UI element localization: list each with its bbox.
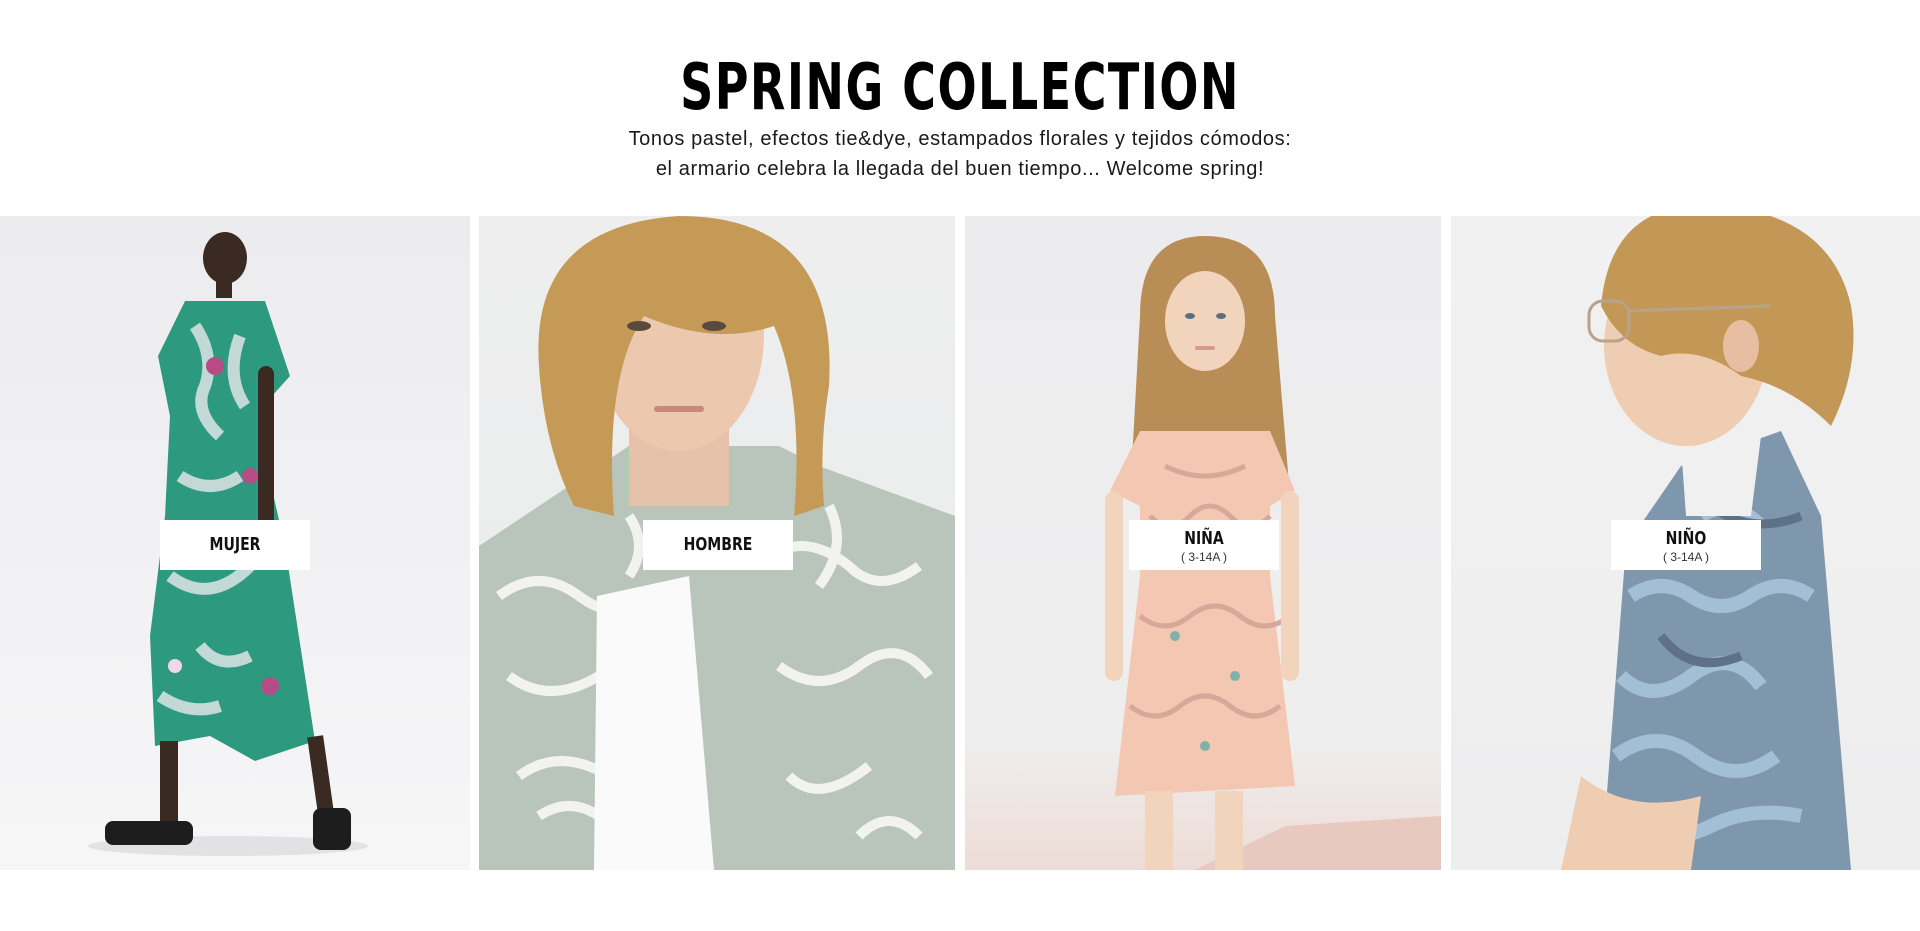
category-name: NIÑA <box>1184 528 1224 549</box>
category-label-nina[interactable]: NIÑA ( 3-14A ) <box>1129 520 1279 570</box>
page-title: SPRING COLLECTION <box>680 51 1240 125</box>
category-label-nino[interactable]: NIÑO ( 3-14A ) <box>1611 520 1761 570</box>
category-label-hombre[interactable]: HOMBRE <box>643 520 793 570</box>
category-label-mujer[interactable]: MUJER <box>160 520 310 570</box>
category-name: HOMBRE <box>683 534 753 555</box>
category-card-nina[interactable]: NIÑA ( 3-14A ) <box>965 216 1441 870</box>
subtitle-line-2: el armario celebra la llegada del buen t… <box>655 158 1265 180</box>
page: SPRING COLLECTION Tonos pastel, efectos … <box>0 0 1920 931</box>
category-card-hombre[interactable]: HOMBRE <box>479 216 955 870</box>
subtitle-line-1: Tonos pastel, efectos tie&dye, estampado… <box>628 128 1292 150</box>
category-age-range: ( 3-14A ) <box>1662 550 1710 564</box>
collection-header: SPRING COLLECTION Tonos pastel, efectos … <box>0 0 1920 215</box>
category-name: NIÑO <box>1665 528 1707 549</box>
category-grid: MUJER HOMBRE NIÑA (3-14A) NIÑO (3-14A… <box>0 216 1920 870</box>
category-card-mujer[interactable]: MUJER <box>0 216 470 870</box>
category-card-nino[interactable]: NIÑO ( 3-14A ) <box>1451 216 1920 870</box>
category-name: MUJER <box>209 534 261 555</box>
category-age-range: ( 3-14A ) <box>1180 550 1228 564</box>
